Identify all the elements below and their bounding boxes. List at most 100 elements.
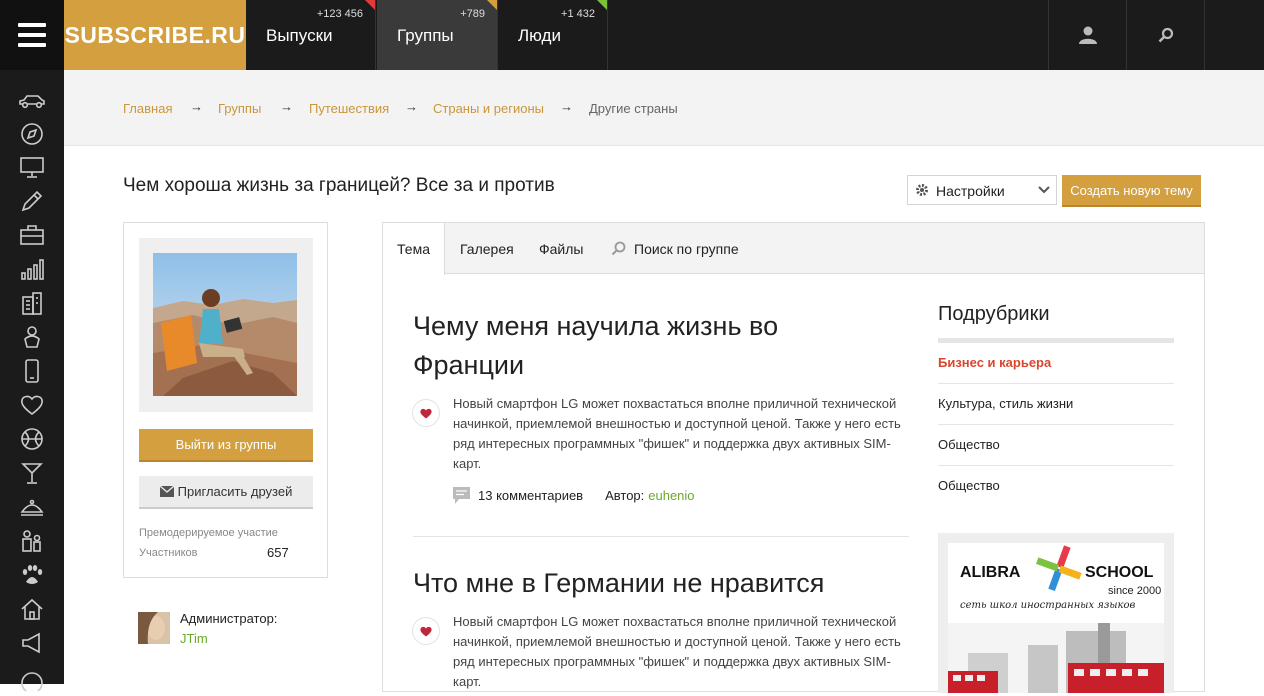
ad-tagline: сеть школ иностранных языков [960,600,1136,611]
gear-icon [916,184,928,196]
comments-count[interactable]: 13 комментариев [478,488,583,503]
dish-icon[interactable] [17,492,47,522]
moderation-note: Премодерируемое участие [139,527,278,539]
bar-chart-icon[interactable] [17,254,47,284]
admin-label: Администратор: [180,611,278,626]
monitor-icon[interactable] [17,153,47,183]
nav-tab-count: +123 456 [316,8,363,20]
leave-group-button[interactable]: Выйти из группы [139,429,313,460]
building-icon[interactable] [17,288,47,318]
tab-topic[interactable]: Тема [383,223,445,275]
breadcrumb-groups[interactable]: Группы [218,101,261,116]
briefcase-icon[interactable] [17,220,47,250]
search-button[interactable] [1126,0,1205,70]
invite-friends-button[interactable]: Пригласить друзей [139,476,313,507]
members-count: 657 [267,545,289,560]
like-button[interactable] [412,617,440,645]
user-icon [1078,26,1097,44]
invite-label: Пригласить друзей [177,484,293,499]
admin-name-link[interactable]: JTim [180,631,208,646]
car-icon[interactable] [17,86,47,116]
nav-tab-releases[interactable]: +123 456 Выпуски [246,0,376,70]
arrow-right-icon: → [190,99,203,114]
group-photo-frame [139,238,313,412]
group-photo [153,253,297,396]
tab-corner-marker [487,0,497,10]
nav-tab-label: Люди [518,26,561,45]
members-label: Участников [139,547,198,559]
nav-tab-label: Выпуски [266,26,333,45]
like-button[interactable] [412,399,440,427]
breadcrumb-travel[interactable]: Путешествия [309,101,389,116]
house-icon[interactable] [17,594,47,624]
admin-avatar[interactable] [138,612,170,644]
author-link[interactable]: euhenio [648,488,694,503]
heart-icon [420,626,432,636]
group-search-label: Поиск по группе [634,240,739,257]
create-topic-button[interactable]: Создать новую тему [1062,175,1201,205]
nav-tab-count: +1 432 [561,8,595,20]
cocktail-icon[interactable] [17,458,47,488]
nav-tab-count: +789 [460,8,485,20]
nav-tab-label: Группы [397,26,454,45]
user-button[interactable] [1048,0,1126,70]
category-sidebar [0,70,64,691]
breadcrumb-home[interactable]: Главная [123,101,172,116]
arrow-right-icon: → [280,99,293,114]
chevron-down-icon [1038,186,1050,194]
divider [413,536,909,537]
page-title: Чем хороша жизнь за границей? Все за и п… [123,175,555,196]
nav-tab-groups[interactable]: +789 Группы [377,0,498,70]
menu-icon[interactable] [0,0,64,70]
tab-gallery[interactable]: Галерея [460,223,514,274]
breadcrumb: Главная → Группы → Путешествия → Страны … [64,70,1264,146]
baby-icon[interactable] [17,322,47,352]
breadcrumb-countries[interactable]: Страны и регионы [433,101,544,116]
article-excerpt: Новый смартфон LG может похвастаться впо… [453,396,901,471]
site-logo[interactable]: SUBSCRIBE.RU [64,0,246,70]
phone-icon[interactable] [17,356,47,386]
breadcrumb-current: Другие страны [589,101,678,116]
subrubrics-panel: Подрубрики Бизнес и карьера Культура, ст… [938,303,1174,507]
ad-content: ALIBRA SCHOOL since 2000 сеть школ иност… [948,543,1164,693]
ad-logo-mark [1036,545,1082,591]
family-icon[interactable] [17,526,47,556]
tab-corner-marker [365,0,375,10]
arrow-right-icon: → [560,99,573,114]
subrubric-society-2[interactable]: Общество [938,466,1174,507]
more-icon[interactable] [17,666,47,696]
top-navigation-bar: SUBSCRIBE.RU +123 456 Выпуски +789 Групп… [0,0,1264,70]
search-icon [611,241,626,256]
pen-icon[interactable] [17,186,47,216]
heart-icon [420,408,432,418]
paw-icon[interactable] [17,560,47,590]
compass-icon[interactable] [17,119,47,149]
subrubric-culture[interactable]: Культура, стиль жизни [938,384,1174,425]
comment-icon [453,487,470,504]
article-title[interactable]: Что мне в Германии не нравится [413,564,853,603]
tab-group-search[interactable]: Поиск по группе [611,223,739,274]
group-content-panel: Тема Галерея Файлы Поиск по группе Чему … [382,222,1205,693]
article-title[interactable]: Чему меня научила жизнь во Франции [413,307,853,385]
settings-dropdown[interactable]: Настройки [907,175,1057,205]
basketball-icon[interactable] [17,424,47,454]
subrubrics-title: Подрубрики [938,303,1174,343]
megaphone-icon[interactable] [17,628,47,658]
ad-brand-left: ALIBRA [960,564,1021,581]
ad-since: since 2000 [1108,585,1162,597]
search-icon [1158,27,1173,43]
ad-city-image [948,623,1164,693]
group-info-card: Выйти из группы Пригласить друзей Премод… [123,222,328,578]
heart-icon[interactable] [17,390,47,420]
subrubric-society[interactable]: Общество [938,425,1174,466]
tab-files[interactable]: Файлы [539,223,583,274]
author-label: Автор: [605,488,645,503]
ad-banner[interactable]: ALIBRA SCHOOL since 2000 сеть школ иност… [938,533,1174,693]
nav-tab-people[interactable]: +1 432 Люди [498,0,608,70]
settings-label: Настройки [936,183,1005,199]
content-tabs: Тема Галерея Файлы Поиск по группе [383,223,1204,275]
article-excerpt: Новый смартфон LG может похвастаться впо… [453,614,901,689]
envelope-icon [159,486,174,497]
ad-brand-right: SCHOOL [1085,564,1154,581]
subrubric-business[interactable]: Бизнес и карьера [938,343,1174,384]
